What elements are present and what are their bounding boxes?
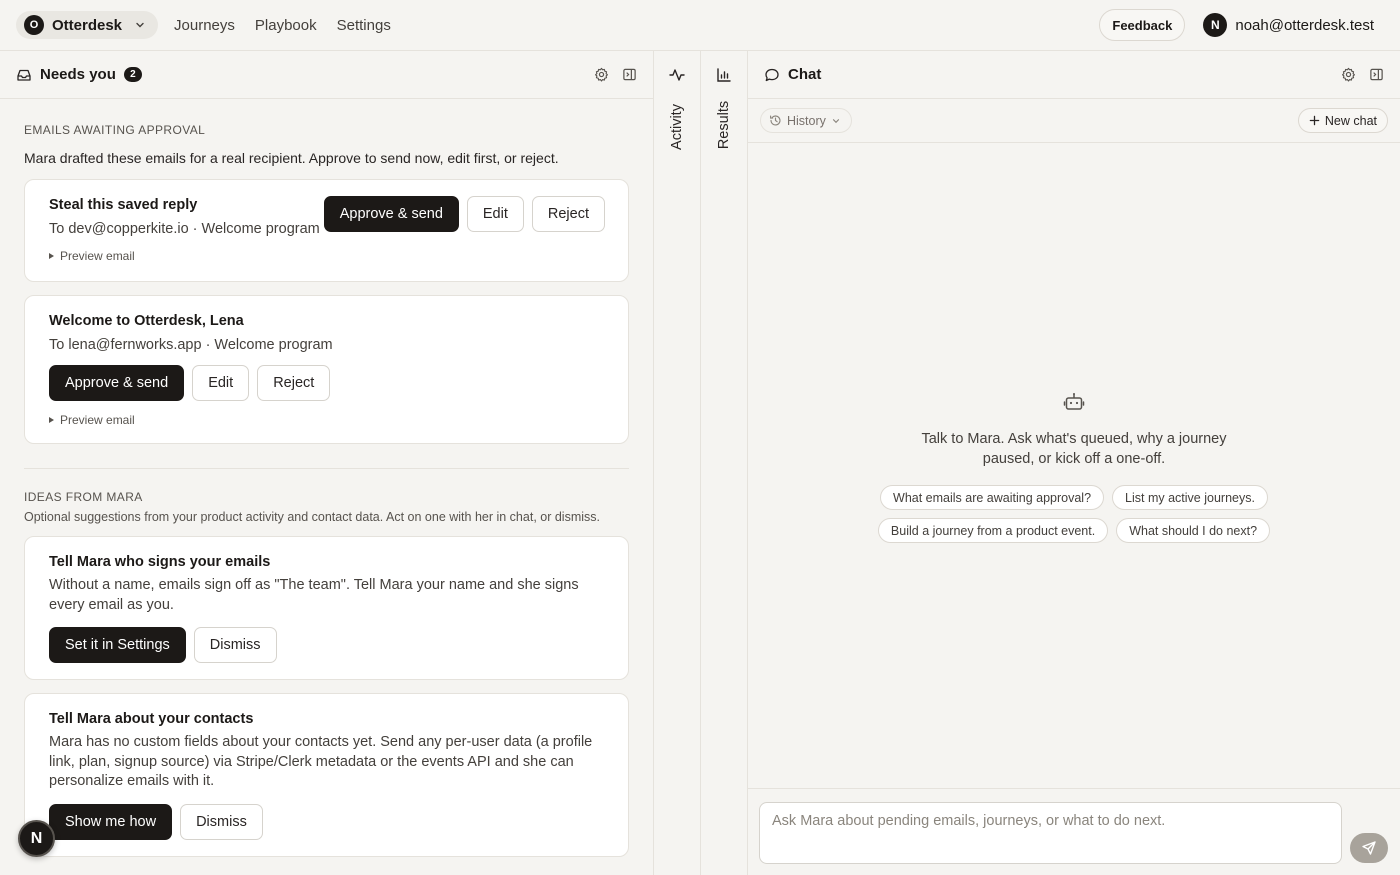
suggestion-chips: What emails are awaiting approval? List … [874, 485, 1274, 543]
suggestion-chip[interactable]: Build a journey from a product event. [877, 518, 1109, 543]
caret-right-icon [49, 417, 54, 423]
preview-email-toggle[interactable]: Preview email [49, 413, 604, 427]
nav-playbook[interactable]: Playbook [255, 17, 317, 34]
panel-title: Needs you [40, 66, 116, 83]
section-desc-approvals: Mara drafted these emails for a real rec… [24, 150, 559, 166]
results-rail[interactable]: Results [701, 51, 748, 875]
history-label: History [787, 113, 826, 128]
results-tab-label: Results [716, 100, 732, 150]
history-icon [769, 114, 782, 127]
chat-input[interactable] [759, 802, 1342, 864]
dismiss-button[interactable]: Dismiss [193, 627, 277, 663]
approve-send-button[interactable]: Approve & send [323, 196, 459, 232]
chat-toolbar: History New chat [748, 99, 1400, 143]
section-label-ideas: IDEAS FROM MARA [24, 490, 143, 504]
send-button[interactable] [1350, 833, 1388, 863]
floating-avatar-button[interactable]: N [18, 820, 55, 857]
panel-collapse-icon[interactable] [622, 67, 637, 82]
activity-rail[interactable]: Activity [654, 51, 701, 875]
chat-title: Chat [788, 66, 822, 83]
email-subject: Welcome to Otterdesk, Lena [49, 313, 244, 329]
idea-text: Without a name, emails sign off as "The … [49, 577, 579, 613]
panel-collapse-icon[interactable] [1369, 67, 1384, 82]
top-right: Feedback N noah@otterdesk.test [1099, 9, 1374, 41]
section-desc-ideas: Optional suggestions from your product a… [24, 510, 600, 524]
top-bar: O Otterdesk Journeys Playbook Settings F… [0, 0, 1400, 51]
plus-icon [1309, 115, 1320, 126]
chat-composer [748, 788, 1400, 875]
new-chat-button[interactable]: New chat [1297, 108, 1388, 133]
avatar: N [1203, 13, 1228, 37]
gear-icon[interactable] [594, 67, 609, 82]
idea-text: Mara has no custom fields about your con… [49, 734, 593, 789]
chat-header: Chat [748, 51, 1400, 99]
history-dropdown[interactable]: History [760, 108, 852, 133]
user-email: noah@otterdesk.test [1235, 16, 1374, 34]
empty-state-text: Talk to Mara. Ask what's queued, why a j… [921, 431, 1227, 467]
edit-button[interactable]: Edit [192, 365, 250, 401]
robot-icon [1063, 391, 1085, 413]
dismiss-button[interactable]: Dismiss [180, 803, 263, 840]
chat-empty-state: Talk to Mara. Ask what's queued, why a j… [748, 391, 1400, 543]
inbox-icon [16, 67, 32, 83]
email-meta: To lena@fernworks.app · Welcome program [49, 337, 333, 353]
chat-panel: Chat History New chat Talk to Mara. Ask … [748, 51, 1400, 875]
idea-card: Tell Mara who signs your emails Without … [24, 536, 629, 680]
preview-email-toggle[interactable]: Preview email [49, 249, 604, 263]
idea-card: Tell Mara about your contacts Mara has n… [24, 693, 629, 857]
needs-you-panel: Needs you 2 EMAILS AWAITING APPROVAL Mar… [0, 51, 654, 875]
section-divider [24, 468, 629, 469]
preview-email-label: Preview email [60, 413, 135, 427]
idea-title: Tell Mara who signs your emails [49, 554, 271, 570]
approve-send-button[interactable]: Approve & send [49, 365, 185, 401]
count-badge: 2 [123, 67, 142, 82]
bar-chart-icon [716, 67, 732, 83]
chevron-down-icon [831, 116, 841, 126]
workspace-switcher[interactable]: O Otterdesk [16, 11, 159, 39]
suggestion-chip[interactable]: What should I do next? [1116, 518, 1271, 543]
user-menu[interactable]: N noah@otterdesk.test [1203, 13, 1374, 37]
email-approval-card: Steal this saved reply To dev@copperkite… [24, 179, 629, 282]
show-me-how-button[interactable]: Show me how [49, 803, 173, 840]
activity-icon [669, 67, 685, 83]
gear-icon[interactable] [1341, 67, 1356, 82]
activity-tab-label: Activity [669, 104, 685, 150]
suggestion-chip[interactable]: What emails are awaiting approval? [880, 485, 1105, 510]
set-in-settings-button[interactable]: Set it in Settings [49, 627, 186, 663]
new-chat-label: New chat [1324, 113, 1377, 128]
needs-you-header: Needs you 2 [0, 51, 653, 99]
workspace-name: Otterdesk [52, 16, 123, 34]
caret-right-icon [49, 253, 54, 259]
edit-button[interactable]: Edit [466, 196, 524, 232]
workspace-avatar: O [24, 15, 44, 35]
preview-email-label: Preview email [60, 249, 135, 263]
chat-bubble-icon [764, 67, 780, 83]
reject-button[interactable]: Reject [257, 365, 331, 401]
send-icon [1361, 840, 1377, 856]
feedback-button[interactable]: Feedback [1099, 9, 1186, 41]
chevron-down-icon [134, 19, 146, 31]
nav-journeys[interactable]: Journeys [174, 17, 235, 34]
suggestion-chip[interactable]: List my active journeys. [1112, 485, 1268, 510]
nav-settings[interactable]: Settings [337, 17, 391, 34]
section-label-approvals: EMAILS AWAITING APPROVAL [24, 123, 206, 137]
main-nav: Journeys Playbook Settings [154, 17, 391, 34]
reject-button[interactable]: Reject [531, 196, 605, 232]
needs-you-content[interactable]: EMAILS AWAITING APPROVAL Mara drafted th… [0, 99, 653, 875]
idea-title: Tell Mara about your contacts [49, 711, 254, 727]
email-approval-card: Welcome to Otterdesk, Lena To lena@fernw… [24, 295, 629, 444]
